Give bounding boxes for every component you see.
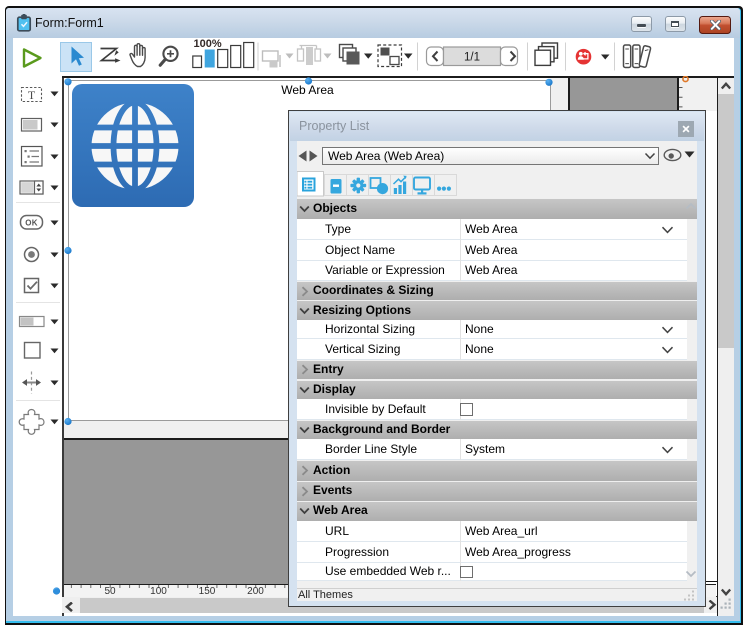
svg-text:OK: OK (25, 218, 38, 227)
svg-text:T: T (27, 88, 35, 102)
svg-text:1/1: 1/1 (464, 51, 480, 63)
